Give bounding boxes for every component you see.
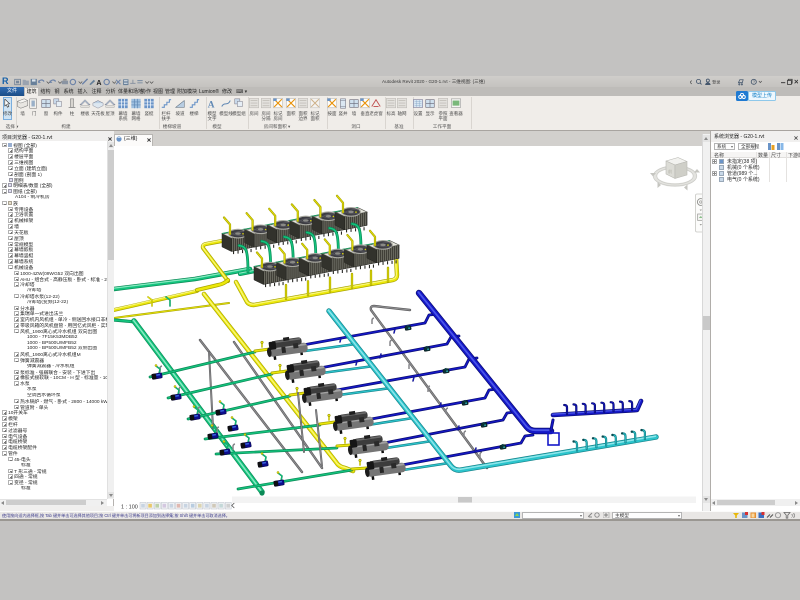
svg-text:前: 前 bbox=[668, 168, 672, 175]
svg-text:1 : 100: 1 : 100 bbox=[121, 505, 138, 511]
svg-text:登录: 登录 bbox=[712, 78, 720, 84]
svg-text:A: A bbox=[96, 79, 101, 86]
svg-text::0: :0 bbox=[791, 514, 795, 519]
